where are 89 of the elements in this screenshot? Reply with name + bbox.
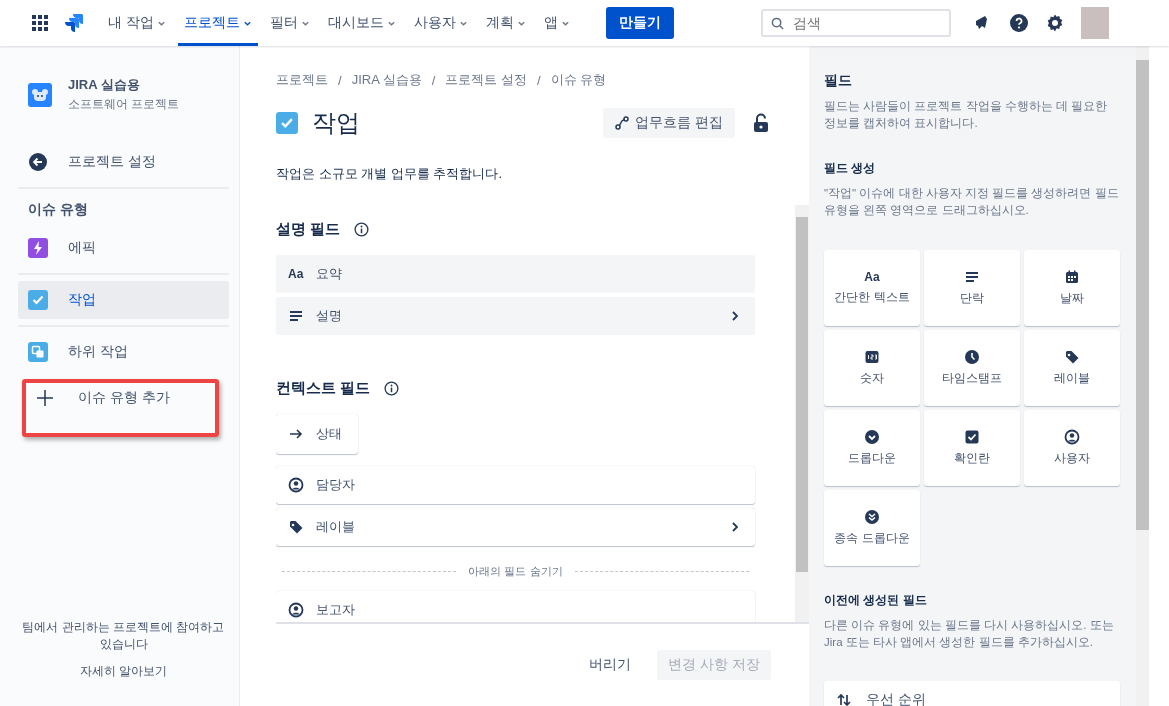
field-row[interactable]: Aa 요약 bbox=[276, 255, 755, 293]
page-title: 작업 bbox=[312, 108, 360, 138]
field-type-tile[interactable]: Aa 간단한 텍스트 bbox=[824, 250, 920, 326]
breadcrumb-separator: / bbox=[338, 72, 342, 88]
checkbox-icon bbox=[964, 429, 980, 445]
help-icon bbox=[1009, 13, 1029, 33]
nav-menu-item[interactable]: 앱 bbox=[537, 0, 576, 46]
panel-description: 필드는 사람들이 프로젝트 작업을 수행하는 데 필요한 정보를 캡처하여 표시합니다. bbox=[824, 99, 1109, 131]
paragraph-icon bbox=[964, 269, 980, 285]
breadcrumb-link[interactable]: JIRA 실습용 bbox=[351, 71, 422, 89]
sidebar-item[interactable]: 에픽 bbox=[18, 229, 229, 267]
checkmark-icon bbox=[276, 112, 298, 134]
search-icon bbox=[771, 17, 784, 30]
create-button[interactable]: 만들기 bbox=[605, 7, 674, 39]
section-description: "작업" 이슈에 대한 사용자 지정 필드를 생성하려면 필드 유형을 왼쪽 영역으로 드래그하십시오. bbox=[824, 186, 1120, 218]
paragraph-icon bbox=[288, 308, 304, 324]
info-icon bbox=[384, 381, 400, 396]
subtask-icon bbox=[28, 342, 48, 362]
nav-menu-item[interactable]: 필터 bbox=[263, 0, 316, 46]
breadcrumb-link[interactable]: 이슈 유형 bbox=[550, 71, 607, 89]
section-heading: 설명 필드 bbox=[276, 220, 341, 239]
divider-label: 아래의 필드 숨기기 bbox=[468, 564, 563, 579]
section-description: 다른 이슈 유형에 있는 필드를 다시 사용하십시오. 또는 Jira 또는 타사 앱에서 생성한 필드를 추가하십시오. bbox=[824, 618, 1115, 650]
dropdown-icon bbox=[864, 429, 880, 445]
double-chevron-icon bbox=[864, 509, 880, 525]
field-type-tile[interactable]: 단락 bbox=[924, 250, 1020, 326]
field-type-tile[interactable]: 레이블 bbox=[1024, 330, 1120, 406]
unlocked-padlock-icon bbox=[753, 113, 769, 133]
checkmark-icon bbox=[28, 290, 48, 310]
field-type-tile[interactable]: 드롭다운 bbox=[824, 410, 920, 486]
section-heading: 컨텍스트 필드 bbox=[276, 379, 371, 398]
logo-icon bbox=[64, 13, 84, 33]
field-type-tile[interactable]: 확인란 bbox=[924, 410, 1020, 486]
learn-more-link[interactable]: 자세히 알아보기 bbox=[79, 663, 168, 680]
search-field[interactable]: 검색 bbox=[761, 9, 951, 37]
text-icon: Aa bbox=[288, 267, 304, 281]
breadcrumb-link[interactable]: 프로젝트 bbox=[276, 71, 328, 89]
field-row[interactable]: 설명 bbox=[276, 297, 755, 335]
app-grid-icon bbox=[32, 15, 48, 31]
scrollbar[interactable] bbox=[795, 205, 809, 622]
field-type-tile[interactable]: 숫자 bbox=[824, 330, 920, 406]
lightning-icon bbox=[28, 238, 48, 258]
field-row[interactable]: 담당자 bbox=[276, 466, 755, 504]
nav-menu-item[interactable]: 대시보드 bbox=[321, 0, 402, 46]
description-text: 작업은 소규모 개별 업무를 추적합니다. bbox=[276, 165, 504, 183]
avatar[interactable] bbox=[1081, 7, 1109, 39]
breadcrumb-separator: / bbox=[536, 72, 541, 88]
nav-menu-item[interactable]: 내 작업 bbox=[102, 0, 172, 46]
scrollbar[interactable] bbox=[1136, 46, 1149, 706]
text-icon: Aa bbox=[864, 270, 880, 284]
breadcrumb-link[interactable]: 프로젝트 설정 bbox=[445, 71, 527, 89]
clock-icon bbox=[964, 349, 980, 365]
field-type-tile[interactable]: 종속 드롭다운 bbox=[824, 490, 920, 566]
up-down-arrows-icon bbox=[836, 692, 852, 706]
add-issue-type-button[interactable]: 이슈 유형 추가 bbox=[22, 379, 219, 437]
nav-menu-item[interactable]: 사용자 bbox=[407, 0, 474, 46]
project-name: JIRA 실습용 bbox=[68, 76, 141, 94]
user-icon bbox=[1064, 429, 1080, 445]
sidebar-item[interactable]: 작업 bbox=[18, 281, 229, 319]
field-type-tile[interactable]: 사용자 bbox=[1024, 410, 1120, 486]
project-avatar-icon bbox=[28, 82, 52, 107]
info-icon bbox=[354, 222, 370, 237]
section-heading: 이전에 생성된 필드 bbox=[824, 592, 928, 609]
settings-icon bbox=[1045, 13, 1065, 33]
edit-workflow-button[interactable]: 업무흐름 편집 bbox=[603, 108, 735, 138]
panel-title: 필드 bbox=[824, 72, 853, 90]
number-icon bbox=[864, 349, 880, 365]
section-heading: 필드 생성 bbox=[824, 160, 877, 177]
field-card[interactable]: 우선 순위 bbox=[824, 681, 1120, 706]
field-row[interactable]: 레이블 bbox=[276, 508, 755, 546]
discard-button[interactable]: 버리기 bbox=[583, 655, 638, 675]
field-chip[interactable]: 상태 bbox=[276, 414, 358, 454]
plus-icon bbox=[36, 389, 54, 407]
field-type-tile[interactable]: 타임스탬프 bbox=[924, 330, 1020, 406]
section-heading: 이슈 유형 bbox=[27, 200, 89, 219]
tag-icon bbox=[288, 519, 304, 535]
workflow-icon bbox=[615, 116, 630, 130]
field-type-tile[interactable]: 날짜 bbox=[1024, 250, 1120, 326]
back-link[interactable]: 프로젝트 설정 bbox=[18, 143, 229, 181]
nav-menu-item[interactable]: 계획 bbox=[479, 0, 532, 46]
sidebar-item[interactable]: 하위 작업 bbox=[18, 333, 229, 371]
footer-note: 팀에서 관리하는 프로젝트에 참여하고 있습니다 bbox=[21, 619, 226, 653]
user-icon bbox=[288, 477, 304, 493]
project-type: 소프트웨어 프로젝트 bbox=[68, 96, 180, 113]
calendar-icon bbox=[1064, 269, 1080, 285]
field-row[interactable]: 보고자 bbox=[276, 591, 755, 622]
breadcrumb-separator: / bbox=[431, 72, 436, 88]
user-icon bbox=[288, 602, 304, 618]
tag-icon bbox=[1064, 349, 1080, 365]
